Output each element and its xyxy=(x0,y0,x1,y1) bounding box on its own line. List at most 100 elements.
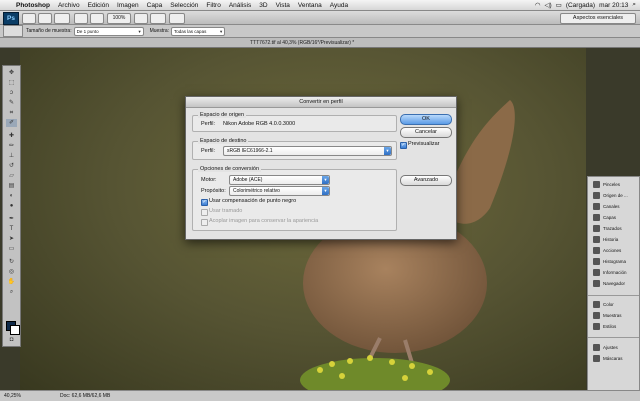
menu-app[interactable]: Photoshop xyxy=(12,2,54,9)
preview-checkbox[interactable]: ✓ xyxy=(400,142,407,149)
panel-pinceles[interactable]: Pinceles xyxy=(588,179,639,190)
sample-select[interactable]: Todas las capas xyxy=(171,26,226,36)
crop-tool-icon[interactable]: ⌗ xyxy=(6,109,17,117)
wifi-icon[interactable]: ◠ xyxy=(535,1,541,9)
ok-button[interactable]: OK xyxy=(400,114,452,125)
quick-mask-icon[interactable]: ◘ xyxy=(6,336,17,344)
panel-acciones[interactable]: Acciones xyxy=(588,245,639,256)
menu-edicion[interactable]: Edición xyxy=(84,2,113,9)
menu-analisis[interactable]: Análisis xyxy=(225,2,255,9)
minibridge-icon[interactable] xyxy=(38,13,52,24)
options-bar: Tamaño de muestra: De 1 punto Muestra: T… xyxy=(0,25,640,38)
path-selection-tool-icon[interactable]: ➤ xyxy=(6,235,17,243)
menu-ayuda[interactable]: Ayuda xyxy=(326,2,352,9)
tools-panel: ✥ ⬚ ↄ ✎ ⌗ ✐ ✚ ✏ ⊥ ↺ ▱ ▤ ◐ ● ✒ T ➤ ▭ ↻ ◎ … xyxy=(2,65,21,347)
panel-muestras[interactable]: Muestras xyxy=(588,310,639,321)
shape-tool-icon[interactable]: ▭ xyxy=(6,245,17,253)
status-bar: 40,25% Doc: 62,6 MB/62,6 MB xyxy=(0,390,640,401)
zoom-tool-icon[interactable]: ⌕ xyxy=(6,288,17,296)
dither-checkbox[interactable] xyxy=(201,209,208,216)
lasso-tool-icon[interactable]: ↄ xyxy=(6,89,17,97)
navigator-panel-icon xyxy=(593,280,600,287)
zoom-level[interactable]: 100% xyxy=(107,13,131,24)
menu-archivo[interactable]: Archivo xyxy=(54,2,84,9)
eyedropper-preset-icon[interactable] xyxy=(3,25,23,37)
marquee-tool-icon[interactable]: ⬚ xyxy=(6,79,17,87)
volume-icon[interactable]: ◁) xyxy=(544,1,551,9)
engine-label: Motor: xyxy=(201,177,217,183)
sample-size-select[interactable]: De 1 punto xyxy=(73,26,144,36)
pen-tool-icon[interactable]: ✒ xyxy=(6,215,17,223)
brush-tool-icon[interactable]: ✏ xyxy=(6,142,17,150)
intent-select[interactable]: Colorimétrico relativo ▼ xyxy=(229,186,330,196)
panel-ajustes[interactable]: Ajustes xyxy=(588,342,639,353)
quick-selection-tool-icon[interactable]: ✎ xyxy=(6,99,17,107)
menu-capa[interactable]: Capa xyxy=(143,2,167,9)
3d-rotate-tool-icon[interactable]: ↻ xyxy=(6,258,17,266)
menu-vista[interactable]: Vista xyxy=(272,2,294,9)
rotate-view-icon[interactable] xyxy=(134,13,148,24)
advanced-button[interactable]: Avanzado xyxy=(400,175,452,186)
source-profile-value: Nikon Adobe RGB 4.0.0.3000 xyxy=(223,121,296,127)
background-color-swatch[interactable] xyxy=(10,325,20,335)
destination-space-group: Espacio de destino Perfil: sRGB IEC61966… xyxy=(192,138,397,160)
3d-orbit-tool-icon[interactable]: ◎ xyxy=(6,268,17,276)
zoom-tool-icon[interactable] xyxy=(90,13,104,24)
history-panel-icon xyxy=(593,236,600,243)
spotlight-icon[interactable]: ⌕ xyxy=(632,1,636,9)
menu-ventana[interactable]: Ventana xyxy=(294,2,326,9)
menu-imagen[interactable]: Imagen xyxy=(113,2,143,9)
photoshop-logo: Ps xyxy=(3,12,19,25)
panel-mascaras[interactable]: Máscaras xyxy=(588,353,639,364)
menu-seleccion[interactable]: Selección xyxy=(166,2,202,9)
panel-capas[interactable]: Capas xyxy=(588,212,639,223)
panel-histograma[interactable]: Histograma xyxy=(588,256,639,267)
hand-tool-icon[interactable] xyxy=(74,13,88,24)
menu-3d[interactable]: 3D xyxy=(255,2,271,9)
workspace-switcher[interactable]: Aspectos esenciales xyxy=(560,13,636,24)
channels-panel-icon xyxy=(593,203,600,210)
hand-tool-icon[interactable]: ✋ xyxy=(6,278,17,286)
eyedropper-tool-icon[interactable]: ✐ xyxy=(6,119,17,127)
healing-brush-tool-icon[interactable]: ✚ xyxy=(6,132,17,140)
sample-size-label: Tamaño de muestra: xyxy=(26,28,72,34)
gradient-tool-icon[interactable]: ▤ xyxy=(6,182,17,190)
paths-panel-icon xyxy=(593,225,600,232)
cancel-button[interactable]: Cancelar xyxy=(400,127,452,138)
clone-stamp-tool-icon[interactable]: ⊥ xyxy=(6,152,17,160)
panel-dock: Pinceles Origen de ... Canales Capas Tra… xyxy=(587,176,640,400)
history-brush-tool-icon[interactable]: ↺ xyxy=(6,162,17,170)
battery-status: (Cargada) xyxy=(565,1,596,9)
brush-panel-icon xyxy=(593,181,600,188)
popup-arrow-icon: ▼ xyxy=(322,176,329,184)
dodge-tool-icon[interactable]: ● xyxy=(6,202,17,210)
move-tool-icon[interactable]: ✥ xyxy=(6,69,17,77)
menu-filtro[interactable]: Filtro xyxy=(202,2,224,9)
extras-icon[interactable] xyxy=(54,13,70,24)
styles-panel-icon xyxy=(593,323,600,330)
destination-profile-select[interactable]: sRGB IEC61966-2.1 ▼ xyxy=(223,146,392,156)
engine-select[interactable]: Adobe (ACE) ▼ xyxy=(229,175,330,185)
panel-color[interactable]: Color xyxy=(588,299,639,310)
battery-icon[interactable]: ▭ xyxy=(556,1,562,9)
bridge-icon[interactable] xyxy=(22,13,36,24)
panel-trazados[interactable]: Trazados xyxy=(588,223,639,234)
flatten-checkbox[interactable] xyxy=(201,219,208,226)
actions-panel-icon xyxy=(593,247,600,254)
popup-arrow-icon: ▼ xyxy=(384,147,391,155)
panel-canales[interactable]: Canales xyxy=(588,201,639,212)
eraser-tool-icon[interactable]: ▱ xyxy=(6,172,17,180)
blur-tool-icon[interactable]: ◐ xyxy=(6,192,17,200)
panel-historia[interactable]: Historia xyxy=(588,234,639,245)
info-panel-icon xyxy=(593,269,600,276)
panel-estilos[interactable]: Estilos xyxy=(588,321,639,332)
panel-origen[interactable]: Origen de ... xyxy=(588,190,639,201)
arrange-documents-icon[interactable] xyxy=(150,13,166,24)
type-tool-icon[interactable]: T xyxy=(6,225,17,233)
panel-navegador[interactable]: Navegador xyxy=(588,278,639,289)
panel-informacion[interactable]: Información xyxy=(588,267,639,278)
screen-mode-icon[interactable] xyxy=(169,13,185,24)
black-point-checkbox[interactable]: ✓ xyxy=(201,199,208,206)
clock[interactable]: mar 20:13 xyxy=(599,2,628,9)
document-tab[interactable]: TTT7672.tif al 40,3% (RGB/16*/Previsuali… xyxy=(250,39,354,47)
